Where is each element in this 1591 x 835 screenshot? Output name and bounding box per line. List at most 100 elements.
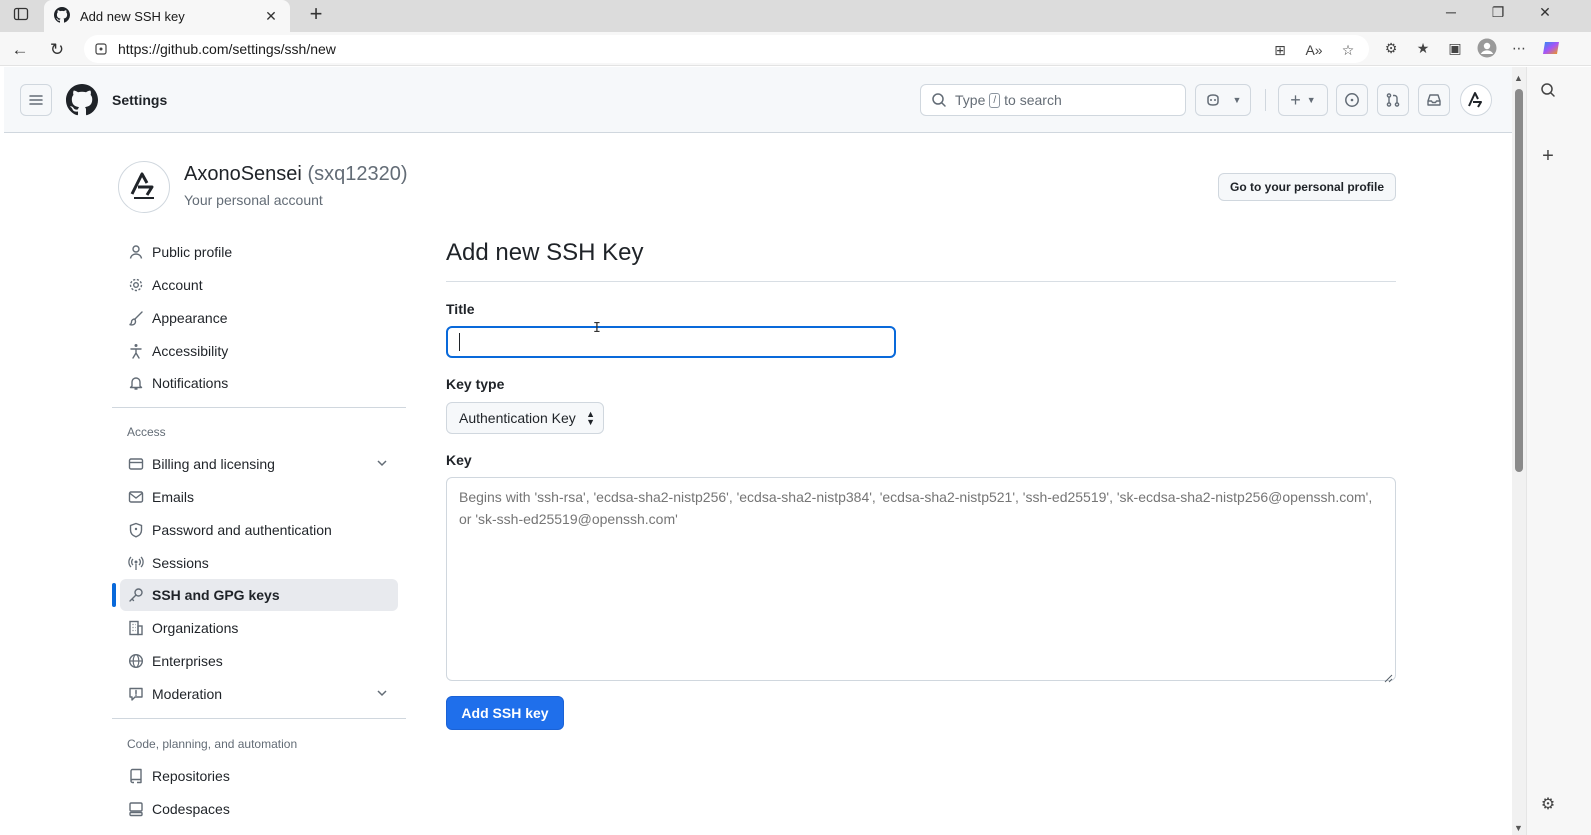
- sidebar-item-account[interactable]: Account: [120, 269, 398, 301]
- accessibility-icon: [128, 343, 144, 359]
- key-textarea[interactable]: [446, 477, 1396, 681]
- add-ssh-key-button[interactable]: Add SSH key: [446, 696, 564, 730]
- favorite-star-icon[interactable]: ☆: [1337, 39, 1359, 61]
- create-new-button[interactable]: + ▼: [1278, 84, 1328, 116]
- browser-tab[interactable]: Add new SSH key ✕: [44, 0, 290, 32]
- back-icon[interactable]: ←: [7, 37, 33, 63]
- key-label: Key: [446, 452, 472, 468]
- window-close-icon[interactable]: ✕: [1522, 0, 1568, 24]
- mail-icon: [128, 489, 144, 505]
- search-input[interactable]: Type / to search: [920, 84, 1186, 116]
- title-input[interactable]: [446, 326, 896, 358]
- sidebar-item-accessibility[interactable]: Accessibility: [120, 335, 398, 367]
- account-name[interactable]: AxonoSensei (sxq12320): [184, 163, 408, 186]
- sidebar-heading-code: Code, planning, and automation: [127, 737, 298, 751]
- github-logo-icon[interactable]: [66, 84, 98, 116]
- hamburger-menu-icon[interactable]: [20, 84, 52, 116]
- search-icon[interactable]: [1537, 79, 1559, 101]
- account-avatar[interactable]: [118, 161, 170, 213]
- scroll-down-icon[interactable]: ▼: [1514, 823, 1523, 833]
- issues-icon[interactable]: [1336, 84, 1368, 116]
- new-tab-icon[interactable]: +: [302, 0, 330, 28]
- scroll-up-icon[interactable]: ▲: [1514, 73, 1523, 83]
- gear-icon: [128, 277, 144, 293]
- restore-icon[interactable]: ❐: [1475, 0, 1521, 24]
- sidebar-item-codespaces[interactable]: Codespaces: [120, 793, 398, 825]
- sidebar-divider: [112, 718, 406, 719]
- globe-icon: [128, 653, 144, 669]
- sidebar-item-label: Sessions: [152, 555, 209, 571]
- sidebar-item-billing[interactable]: Billing and licensing: [120, 448, 398, 480]
- browser-toolbar: ← ↻ https://github.com/settings/ssh/new …: [0, 32, 1591, 66]
- sidebar-heading-access: Access: [127, 425, 166, 439]
- title-divider: [446, 281, 1396, 282]
- sidebar-item-enterprises[interactable]: Enterprises: [120, 645, 398, 677]
- inbox-icon[interactable]: [1418, 84, 1450, 116]
- extensions-icon[interactable]: ⚙: [1380, 37, 1402, 59]
- sidebar-item-repositories[interactable]: Repositories: [120, 760, 398, 792]
- paintbrush-icon: [128, 310, 144, 326]
- tab-close-icon[interactable]: ✕: [262, 7, 280, 25]
- sidebar-item-label: Accessibility: [152, 343, 229, 359]
- chevron-down-icon: ▼: [1306, 95, 1316, 105]
- github-favicon-icon: [54, 6, 70, 26]
- repo-icon: [128, 768, 144, 784]
- key-type-label: Key type: [446, 376, 505, 392]
- sidebar-item-notifications[interactable]: Notifications: [120, 367, 398, 399]
- resize-handle-icon[interactable]: [1384, 670, 1393, 683]
- collections-icon[interactable]: ▣: [1444, 37, 1466, 59]
- sidebar-item-organizations[interactable]: Organizations: [120, 612, 398, 644]
- address-bar[interactable]: https://github.com/settings/ssh/new ⊞ A»…: [84, 35, 1369, 63]
- scrollbar-thumb[interactable]: [1515, 89, 1523, 472]
- codespaces-icon: [128, 801, 144, 817]
- user-avatar[interactable]: [1460, 84, 1492, 116]
- tab-actions-icon[interactable]: [10, 3, 32, 25]
- go-to-profile-button[interactable]: Go to your personal profile: [1218, 173, 1396, 201]
- sidebar-item-label: Password and authentication: [152, 522, 332, 538]
- report-icon: [128, 686, 144, 702]
- pull-requests-icon[interactable]: [1377, 84, 1409, 116]
- sidebar-item-label: Moderation: [152, 686, 223, 702]
- sidebar-item-label: Appearance: [152, 310, 228, 326]
- sidebar-item-label: Codespaces: [152, 801, 230, 817]
- copilot-icon[interactable]: [1540, 37, 1562, 59]
- organization-icon: [128, 620, 144, 636]
- sidebar-item-moderation[interactable]: Moderation: [120, 678, 398, 710]
- sidebar-item-emails[interactable]: Emails: [120, 481, 398, 513]
- plus-icon: +: [1290, 89, 1301, 110]
- minimize-icon[interactable]: ─: [1428, 0, 1474, 24]
- mouse-ibeam-cursor: I: [593, 321, 601, 336]
- sidebar-item-label: SSH and GPG keys: [152, 587, 280, 603]
- credit-card-icon: [128, 456, 144, 472]
- app-available-icon[interactable]: ⊞: [1269, 39, 1291, 61]
- search-suffix: to search: [1004, 92, 1062, 108]
- header-context-title[interactable]: Settings: [112, 92, 167, 108]
- key-type-select[interactable]: Authentication Key ▲ ▼: [446, 402, 604, 434]
- site-info-icon[interactable]: [92, 40, 110, 58]
- read-aloud-icon[interactable]: A»: [1303, 39, 1325, 61]
- copilot-button[interactable]: ▼: [1195, 84, 1251, 116]
- chevron-down-icon[interactable]: [376, 456, 388, 472]
- add-panel-icon[interactable]: +: [1537, 145, 1559, 167]
- sidebar-item-password[interactable]: Password and authentication: [120, 514, 398, 546]
- sidebar-item-sessions[interactable]: Sessions: [120, 547, 398, 579]
- sidebar-item-label: Emails: [152, 489, 195, 505]
- search-shortcut-key: /: [989, 92, 1001, 108]
- refresh-icon[interactable]: ↻: [44, 37, 70, 63]
- favorites-icon[interactable]: ★: [1412, 37, 1434, 59]
- title-label: Title: [446, 301, 475, 317]
- tab-title: Add new SSH key: [80, 8, 185, 24]
- search-icon: [931, 92, 947, 108]
- settings-gear-icon[interactable]: ⚙: [1537, 793, 1559, 815]
- sidebar-item-appearance[interactable]: Appearance: [120, 302, 398, 334]
- chevron-down-icon[interactable]: [376, 686, 388, 702]
- more-options-icon[interactable]: ⋯: [1508, 37, 1530, 59]
- header-divider: [1265, 89, 1266, 111]
- sidebar-item-ssh-gpg-keys[interactable]: SSH and GPG keys: [120, 579, 398, 611]
- copilot-icon: [1205, 92, 1221, 108]
- sidebar-item-public-profile[interactable]: Public profile: [120, 236, 398, 268]
- broadcast-icon: [128, 555, 144, 571]
- profile-icon[interactable]: [1476, 37, 1498, 59]
- sidebar-item-label: Organizations: [152, 620, 239, 636]
- page-scrollbar[interactable]: ▲ ▼: [1512, 67, 1526, 835]
